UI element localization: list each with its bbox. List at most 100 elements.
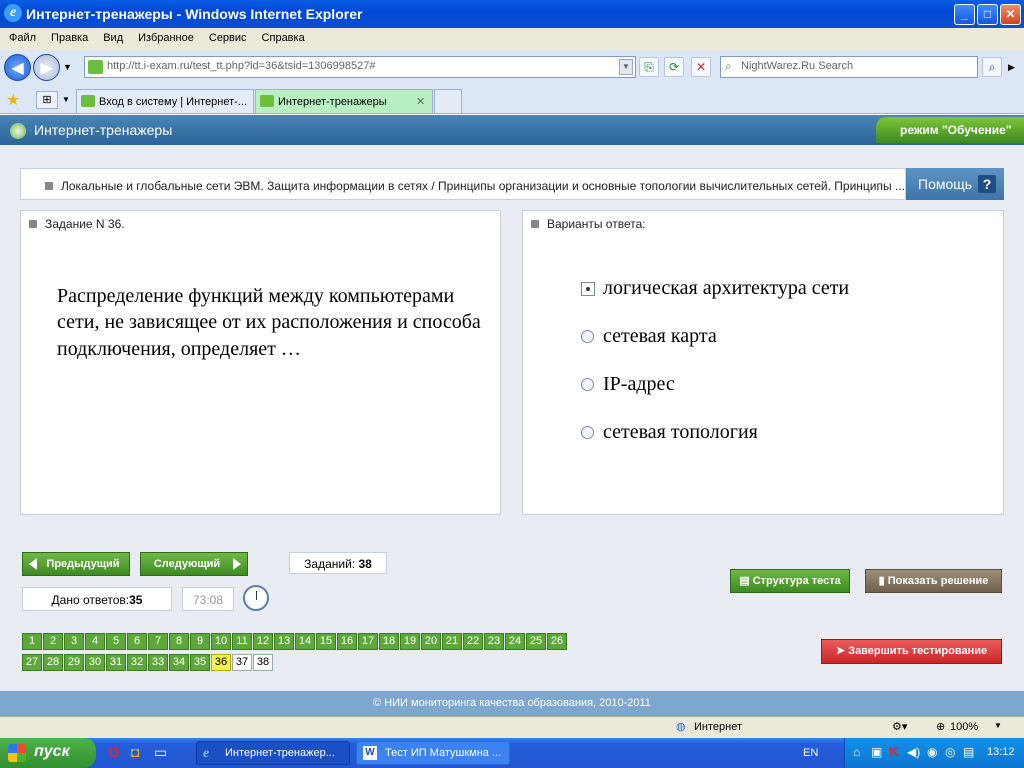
radio-selected-icon[interactable]: [581, 282, 595, 296]
question-number-button[interactable]: 28: [43, 654, 63, 671]
tab-close-icon[interactable]: ✕: [416, 95, 425, 108]
search-input[interactable]: ⌕ NightWarez.Ru Search: [720, 56, 978, 78]
question-number-button[interactable]: 35: [190, 654, 210, 671]
timer: 73:08: [182, 587, 234, 611]
zoom-dropdown-icon[interactable]: ▼: [994, 721, 1002, 730]
tab-login[interactable]: Вход в систему | Интернет-...: [76, 89, 254, 113]
protected-mode-icon[interactable]: ⚙▾: [892, 720, 907, 733]
show-desktop-icon[interactable]: ▭: [154, 744, 167, 761]
app-header: Интернет-тренажеры: [0, 115, 1024, 145]
question-number-button[interactable]: 7: [148, 633, 168, 650]
question-number-button[interactable]: 11: [232, 633, 252, 650]
favorites-star-icon[interactable]: ★: [6, 90, 20, 110]
radio-icon[interactable]: [581, 330, 594, 343]
opera-icon[interactable]: O: [108, 744, 120, 761]
answer-label: IP-адрес: [603, 373, 675, 395]
question-number-button[interactable]: 23: [484, 633, 504, 650]
new-tab-button[interactable]: [434, 89, 462, 113]
question-number-button[interactable]: 13: [274, 633, 294, 650]
question-number-button[interactable]: 2: [43, 633, 63, 650]
tab-trainers[interactable]: Интернет-тренажеры ✕: [255, 89, 433, 113]
close-button[interactable]: ✕: [1000, 4, 1021, 25]
question-number-button[interactable]: 8: [169, 633, 189, 650]
question-number-button[interactable]: 1: [22, 633, 42, 650]
question-number-button[interactable]: 12: [253, 633, 273, 650]
question-number-button[interactable]: 4: [85, 633, 105, 650]
help-button[interactable]: Помощь ?: [906, 168, 1004, 200]
search-options-icon[interactable]: ▶: [1008, 62, 1015, 73]
next-button[interactable]: Следующий: [140, 552, 248, 576]
radio-icon[interactable]: [581, 378, 594, 391]
taskbar-item-word[interactable]: W Тест ИП Матушкмна ...: [356, 741, 510, 765]
show-solution-button[interactable]: ▮ Показать решение: [865, 569, 1002, 593]
question-number-button[interactable]: 14: [295, 633, 315, 650]
menu-tools[interactable]: Сервис: [200, 28, 253, 44]
back-button[interactable]: ◀: [4, 54, 31, 81]
question-number-button[interactable]: 19: [400, 633, 420, 650]
refresh-icon[interactable]: ⟳: [664, 57, 684, 77]
question-number-button[interactable]: 30: [85, 654, 105, 671]
tray-update-icon[interactable]: ◎: [945, 745, 955, 759]
zoom-level[interactable]: 100%: [950, 721, 978, 733]
search-button-icon[interactable]: ⌕: [982, 57, 1002, 77]
question-number-button[interactable]: 36: [211, 654, 231, 671]
menu-help[interactable]: Справка: [253, 28, 311, 44]
question-number-button[interactable]: 15: [316, 633, 336, 650]
tab-list-icon[interactable]: ▼: [62, 95, 70, 104]
question-number-button[interactable]: 16: [337, 633, 357, 650]
forward-button[interactable]: ▶: [33, 54, 60, 81]
question-number-button[interactable]: 26: [547, 633, 567, 650]
tray-safe-remove-icon[interactable]: ▤: [963, 745, 974, 759]
question-number-button[interactable]: 17: [358, 633, 378, 650]
question-number-button[interactable]: 29: [64, 654, 84, 671]
question-header: Задание N 36.: [29, 217, 125, 231]
quicklaunch-app-icon[interactable]: ◘: [131, 744, 139, 760]
address-dropdown-icon[interactable]: ▼: [619, 59, 633, 75]
language-indicator[interactable]: EN: [803, 747, 818, 759]
question-number-button[interactable]: 27: [22, 654, 42, 671]
test-structure-button[interactable]: ▤ Структура теста: [730, 569, 850, 593]
tray-volume-icon[interactable]: ◀): [907, 745, 920, 759]
question-number-button[interactable]: 21: [442, 633, 462, 650]
question-number-button[interactable]: 33: [148, 654, 168, 671]
stop-icon[interactable]: ✕: [691, 57, 711, 77]
question-number-button[interactable]: 20: [421, 633, 441, 650]
question-number-button[interactable]: 5: [106, 633, 126, 650]
tray-media-icon[interactable]: ◉: [927, 745, 937, 759]
question-number-button[interactable]: 31: [106, 654, 126, 671]
tasks-count-label: Заданий:: [304, 557, 356, 571]
question-number-button[interactable]: 24: [505, 633, 525, 650]
finish-test-button[interactable]: ➤ Завершить тестирование: [821, 639, 1002, 664]
menu-file[interactable]: Файл: [0, 28, 42, 44]
question-number-button[interactable]: 38: [253, 654, 273, 671]
question-number-button[interactable]: 37: [232, 654, 252, 671]
minimize-button[interactable]: _: [954, 4, 975, 25]
next-label: Следующий: [153, 558, 221, 570]
question-number-button[interactable]: 6: [127, 633, 147, 650]
question-number-button[interactable]: 18: [379, 633, 399, 650]
maximize-button[interactable]: □: [977, 4, 998, 25]
list-icon: ▤: [739, 575, 753, 587]
compatibility-icon[interactable]: ⎘: [639, 57, 659, 77]
menu-favorites[interactable]: Избранное: [129, 28, 200, 44]
question-number-button[interactable]: 22: [463, 633, 483, 650]
start-button[interactable]: пуск: [0, 738, 96, 768]
question-number-button[interactable]: 9: [190, 633, 210, 650]
question-number-button[interactable]: 10: [211, 633, 231, 650]
taskbar-item-ie[interactable]: e Интернет-тренажер...: [196, 741, 350, 765]
prev-button[interactable]: Предыдущий: [22, 552, 130, 576]
quick-tabs-icon[interactable]: ⊞: [36, 91, 58, 109]
menu-edit[interactable]: Правка: [42, 28, 94, 44]
tray-network-icon[interactable]: ⌂: [853, 745, 860, 759]
question-number-button[interactable]: 3: [64, 633, 84, 650]
history-dropdown-icon[interactable]: ▼: [63, 62, 72, 72]
question-number-button[interactable]: 25: [526, 633, 546, 650]
question-number-button[interactable]: 32: [127, 654, 147, 671]
tray-app-icon[interactable]: ▣: [871, 745, 882, 759]
menu-view[interactable]: Вид: [94, 28, 129, 44]
question-number-button[interactable]: 34: [169, 654, 189, 671]
answers-header-label: Варианты ответа:: [547, 217, 646, 231]
address-bar[interactable]: http://tt.i-exam.ru/test_tt.php?id=36&ts…: [84, 56, 636, 78]
tray-kaspersky-icon[interactable]: K: [889, 744, 898, 759]
radio-icon[interactable]: [581, 426, 594, 439]
